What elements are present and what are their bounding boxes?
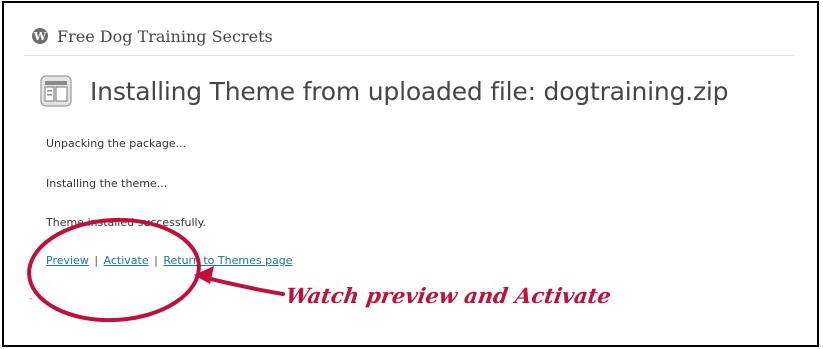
status-message-success: Theme installed successfully. [46,216,207,229]
separator: | [154,254,158,267]
site-header: W Free Dog Training Secrets [32,23,273,49]
page-title: Installing Theme from uploaded file: dog… [90,76,729,106]
theme-actions: Preview | Activate | Return to Themes pa… [46,254,293,267]
activate-link[interactable]: Activate [104,254,149,267]
separator: | [94,254,99,267]
theme-layout-icon [40,75,72,107]
status-message-installing: Installing the theme... [46,177,168,190]
edge-mark: - [29,294,33,304]
status-message-unpacking: Unpacking the package... [46,137,187,150]
header-divider [24,55,794,56]
site-title[interactable]: Free Dog Training Secrets [57,27,273,46]
page-heading: Installing Theme from uploaded file: dog… [40,75,729,107]
preview-link[interactable]: Preview [46,254,89,267]
wordpress-logo-icon[interactable]: W [32,28,48,44]
return-to-themes-link[interactable]: Return to Themes page [163,254,292,267]
annotation-caption: Watch preview and Activate [284,283,613,308]
